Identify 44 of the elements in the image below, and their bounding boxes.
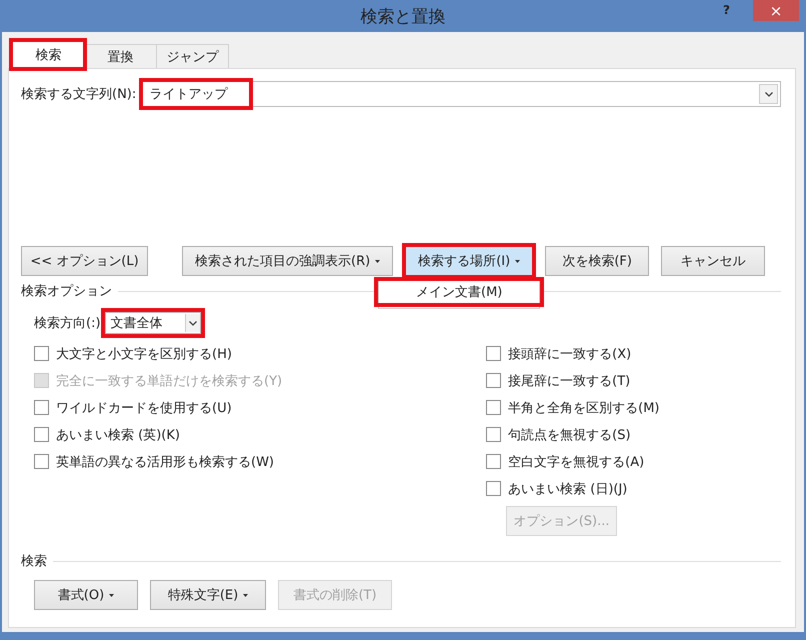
checkbox[interactable] [486,481,502,496]
checkbox-label: 接尾辞に一致する(T) [508,372,630,390]
checkbox[interactable] [486,346,502,361]
dialog-button[interactable]: 検索する場所(I) [405,246,534,276]
checkbox-label: 空白文字を無視する(A) [508,454,644,470]
checkbox-label: 半角と全角を区別する(M) [508,400,660,416]
group-title: 検索オプション [21,283,112,300]
dialog-button[interactable]: 検索された項目の強調表示(R) [182,246,394,276]
dialog-button[interactable]: 書式(O) [34,580,138,610]
find-field[interactable]: ライトアップ [142,81,781,107]
dropdown-icon[interactable] [759,84,778,104]
direction-label: 検索方向(:) [34,315,101,332]
checkbox-label: 完全に一致する単語だけを検索する(Y) [56,372,282,390]
checkbox[interactable] [34,454,49,469]
checkbox[interactable] [486,454,502,469]
checkbox-label: 接頭辞に一致する(X) [508,346,632,362]
checkbox[interactable] [34,346,49,361]
window-title: 検索と置換 [360,6,446,28]
checkbox[interactable] [34,400,49,415]
dialog-button[interactable]: << オプション(L) [21,246,148,276]
caret-icon [515,260,520,262]
find-label: 検索する文字列(N): [21,86,136,103]
checkbox-label: 大文字と小文字を区別する(H) [56,346,232,362]
checkbox-label: 英単語の異なる活用形も検索する(W) [56,454,274,470]
checkbox[interactable] [486,373,502,388]
close-button[interactable]: × [753,0,799,21]
group-title: 検索 [21,553,47,570]
dialog-button[interactable]: キャンセル [661,246,766,276]
tab[interactable]: ジャンプ [156,44,229,68]
dialog-button[interactable]: 特殊文字(E) [150,580,266,610]
checkbox[interactable] [486,427,502,442]
dropdown-icon[interactable] [184,314,200,332]
checkbox-label: あいまい検索 (日)(J) [508,480,628,498]
checkbox-label: ワイルドカードを使用する(U) [56,400,232,416]
dialog-button[interactable]: 次を検索(F) [545,246,650,276]
menu-item[interactable]: メイン文書(M) [397,281,522,303]
checkbox-label: 句読点を無視する(S) [508,426,631,444]
caret-icon [243,594,248,596]
caret-icon [375,260,380,262]
checkbox-label: あいまい検索 (英)(K) [56,426,180,444]
checkbox[interactable] [34,427,49,442]
help-button[interactable]: ? [717,2,736,18]
checkbox[interactable] [486,400,502,415]
caret-icon [109,594,114,596]
